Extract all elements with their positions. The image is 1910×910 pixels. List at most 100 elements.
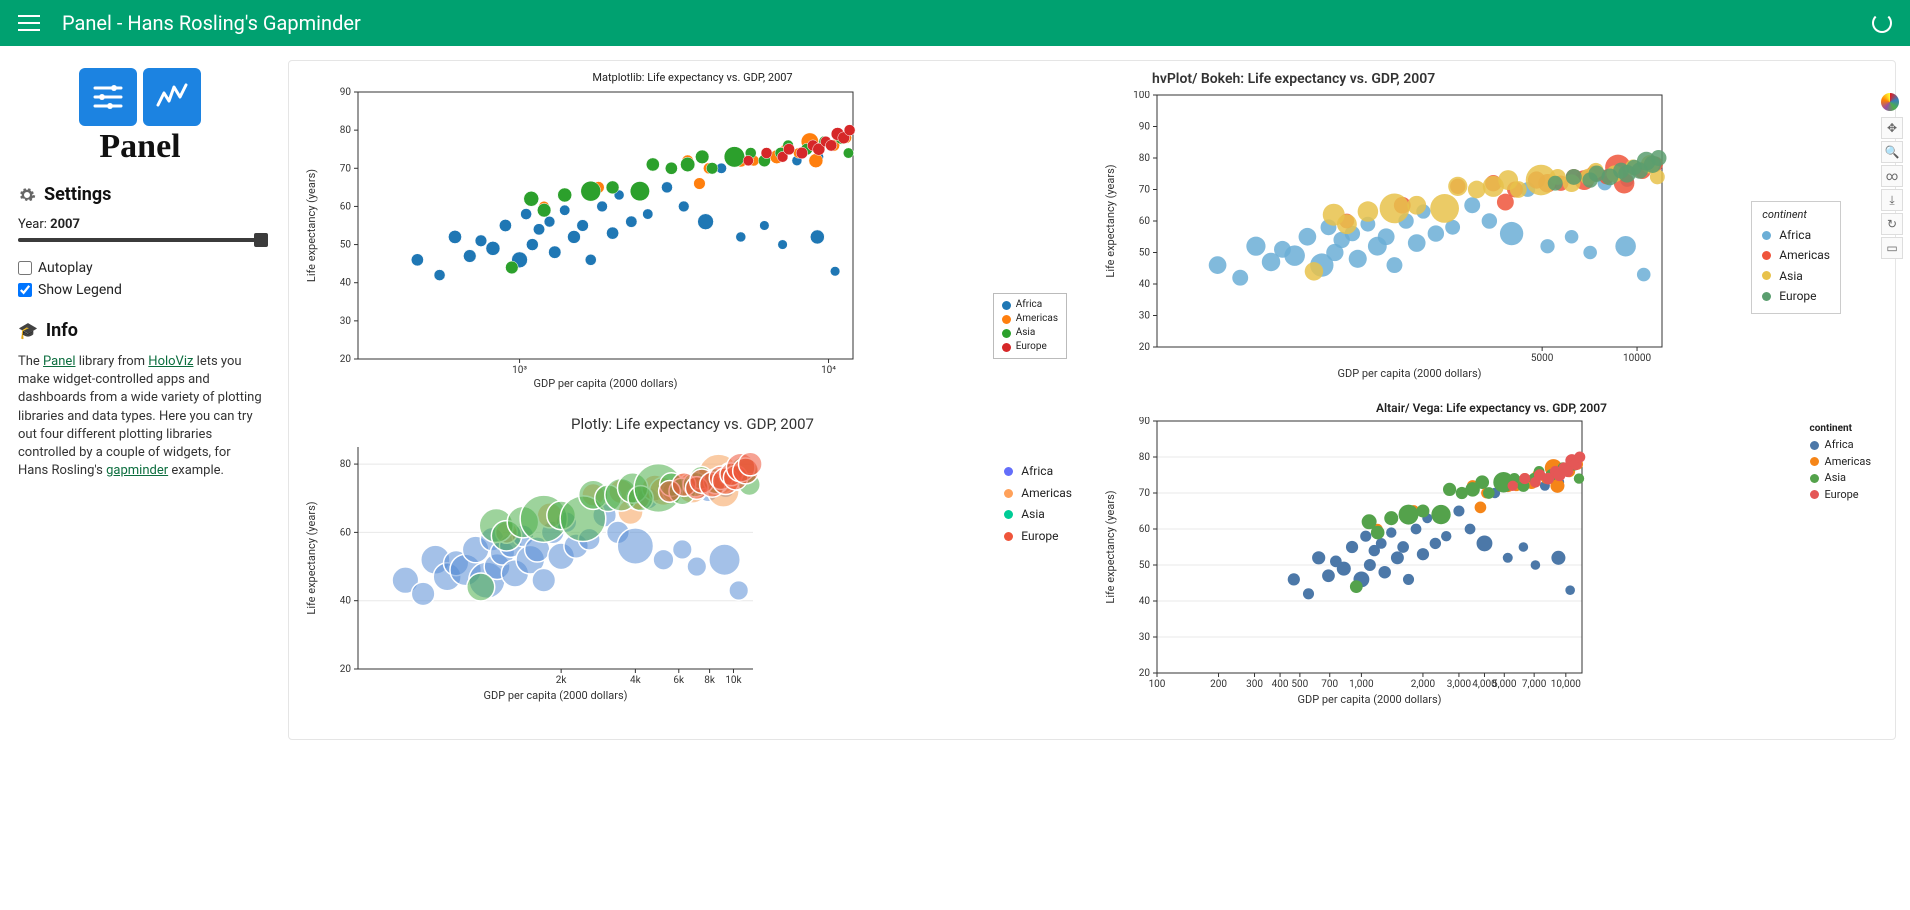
svg-text:30: 30 — [1139, 311, 1151, 322]
bokeh-toolbar: ✥ 🔍 ∞ ⤓ ↻ ▭ — [1881, 93, 1903, 259]
svg-text:90: 90 — [340, 87, 352, 98]
gear-icon — [18, 186, 36, 204]
slider-thumb-icon[interactable] — [254, 233, 268, 247]
svg-text:10,000: 10,000 — [1551, 679, 1581, 690]
charts-card: Matplotlib: Life expectancy vs. GDP, 200… — [288, 60, 1896, 740]
svg-text:10k: 10k — [725, 675, 742, 686]
svg-text:10000: 10000 — [1623, 353, 1651, 364]
year-slider-label: Year: 2007 — [18, 217, 262, 232]
svg-text:100: 100 — [1133, 91, 1150, 101]
svg-text:90: 90 — [1139, 122, 1151, 133]
svg-text:Life expectancy (years): Life expectancy (years) — [1104, 164, 1117, 277]
svg-text:20: 20 — [340, 664, 352, 675]
panel-link[interactable]: Panel — [43, 354, 75, 369]
svg-text:Life expectancy (years): Life expectancy (years) — [305, 169, 318, 282]
svg-text:20: 20 — [1139, 342, 1151, 353]
matplotlib-chart: Matplotlib: Life expectancy vs. GDP, 200… — [303, 71, 1082, 391]
svg-text:GDP per capita (2000 dollars): GDP per capita (2000 dollars) — [533, 377, 677, 390]
svg-text:50: 50 — [1139, 248, 1151, 259]
svg-text:Life expectancy (years): Life expectancy (years) — [1104, 490, 1117, 603]
svg-text:GDP per capita (2000 dollars): GDP per capita (2000 dollars) — [1337, 367, 1481, 380]
altair-plot[interactable]: 20304050607080901002003004005007001,0002… — [1102, 417, 1662, 707]
altair-title: Altair/ Vega: Life expectancy vs. GDP, 2… — [1102, 401, 1881, 415]
hvplot-legend[interactable]: continentAfricaAmericasAsiaEurope — [1751, 201, 1841, 314]
svg-text:4k: 4k — [630, 675, 642, 686]
hover-tool-icon[interactable]: ▭ — [1881, 237, 1903, 259]
svg-text:50: 50 — [340, 240, 352, 251]
show-legend-checkbox-input[interactable] — [18, 283, 32, 297]
app-header: Panel - Hans Rosling's Gapminder — [0, 0, 1910, 46]
pan-tool-icon[interactable]: ✥ — [1881, 117, 1903, 139]
plotly-chart: Plotly: Life expectancy vs. GDP, 2007 20… — [303, 401, 1082, 707]
svg-text:100: 100 — [1149, 679, 1166, 690]
matplotlib-legend: AfricaAmericasAsiaEurope — [993, 293, 1067, 359]
svg-text:GDP per capita (2000 dollars): GDP per capita (2000 dollars) — [1297, 693, 1441, 706]
autoplay-checkbox[interactable]: Autoplay — [18, 260, 262, 276]
link-tool-icon[interactable]: ∞ — [1881, 165, 1903, 187]
hamburger-icon[interactable] — [18, 15, 40, 31]
matplotlib-plot[interactable]: 20 30 40 50 60 70 80 90 10³ 10⁴ GDP per capita (20… — [303, 86, 863, 391]
autoplay-checkbox-input[interactable] — [18, 261, 32, 275]
save-tool-icon[interactable]: ⤓ — [1881, 189, 1903, 211]
svg-text:40: 40 — [340, 596, 352, 607]
svg-text:20: 20 — [1139, 668, 1151, 679]
svg-text:GDP per capita (2000 dollars): GDP per capita (2000 dollars) — [483, 689, 627, 702]
svg-text:5000: 5000 — [1531, 353, 1554, 364]
svg-text:30: 30 — [1139, 632, 1151, 643]
svg-text:40: 40 — [340, 278, 352, 289]
hvplot-plot[interactable]: 2030405060708090100500010000GDP per capi… — [1102, 91, 1682, 381]
svg-text:2k: 2k — [556, 675, 568, 686]
svg-text:70: 70 — [1139, 185, 1151, 196]
altair-chart: Altair/ Vega: Life expectancy vs. GDP, 2… — [1102, 401, 1881, 707]
svg-text:2,000: 2,000 — [1411, 679, 1436, 690]
graduation-cap-icon: 🎓 — [18, 321, 38, 340]
svg-text:40: 40 — [1139, 596, 1151, 607]
svg-text:500: 500 — [1291, 679, 1308, 690]
svg-text:6k: 6k — [673, 675, 685, 686]
svg-text:7,000: 7,000 — [1522, 679, 1547, 690]
show-legend-checkbox[interactable]: Show Legend — [18, 282, 262, 298]
svg-text:90: 90 — [1139, 417, 1151, 427]
svg-text:20: 20 — [340, 354, 352, 365]
svg-text:Life expectancy (years): Life expectancy (years) — [305, 501, 318, 614]
year-slider[interactable] — [18, 238, 262, 242]
hvplot-title: hvPlot/ Bokeh: Life expectancy vs. GDP, … — [1152, 71, 1881, 87]
svg-text:10⁴: 10⁴ — [821, 365, 836, 376]
svg-text:80: 80 — [340, 459, 352, 470]
svg-text:40: 40 — [1139, 279, 1151, 290]
reset-tool-icon[interactable]: ↻ — [1881, 213, 1903, 235]
main-content: Matplotlib: Life expectancy vs. GDP, 200… — [280, 46, 1910, 754]
plotly-legend[interactable]: AfricaAmericasAsiaEurope — [1004, 461, 1072, 547]
svg-text:50: 50 — [1139, 560, 1151, 571]
header-title: Panel - Hans Rosling's Gapminder — [62, 11, 361, 35]
svg-text:3,000: 3,000 — [1447, 679, 1472, 690]
matplotlib-title: Matplotlib: Life expectancy vs. GDP, 200… — [303, 71, 1082, 84]
svg-text:1,000: 1,000 — [1349, 679, 1374, 690]
svg-text:700: 700 — [1321, 679, 1338, 690]
svg-text:5,000: 5,000 — [1492, 679, 1517, 690]
panel-logo-text: Panel — [18, 128, 262, 166]
gapminder-link[interactable]: gapminder — [106, 463, 168, 478]
svg-text:60: 60 — [1139, 216, 1151, 227]
svg-text:70: 70 — [340, 163, 352, 174]
holoviz-link[interactable]: HoloViz — [148, 354, 193, 369]
bokeh-logo-icon[interactable] — [1881, 93, 1899, 111]
zoom-tool-icon[interactable]: 🔍 — [1881, 141, 1903, 163]
svg-text:80: 80 — [340, 125, 352, 136]
info-text: The Panel library from HoloViz lets you … — [18, 353, 262, 480]
svg-text:400: 400 — [1272, 679, 1289, 690]
svg-text:30: 30 — [340, 316, 352, 327]
svg-text:80: 80 — [1139, 452, 1151, 463]
svg-text:10³: 10³ — [512, 365, 527, 376]
svg-text:60: 60 — [340, 527, 352, 538]
plotly-plot[interactable]: 20 40 60 80 2k 4k 6k 8k 10k GDP per capita (2000 … — [303, 443, 863, 703]
plotly-title: Plotly: Life expectancy vs. GDP, 2007 — [303, 415, 1082, 433]
svg-text:300: 300 — [1246, 679, 1263, 690]
altair-legend[interactable]: continentAfricaAmericasAsiaEurope — [1810, 423, 1871, 503]
hvplot-chart: hvPlot/ Bokeh: Life expectancy vs. GDP, … — [1102, 71, 1881, 391]
svg-text:8k: 8k — [704, 675, 716, 686]
svg-text:70: 70 — [1139, 488, 1151, 499]
svg-text:60: 60 — [340, 201, 352, 212]
loading-spinner-icon — [1872, 13, 1892, 33]
settings-heading: Settings — [18, 184, 262, 205]
